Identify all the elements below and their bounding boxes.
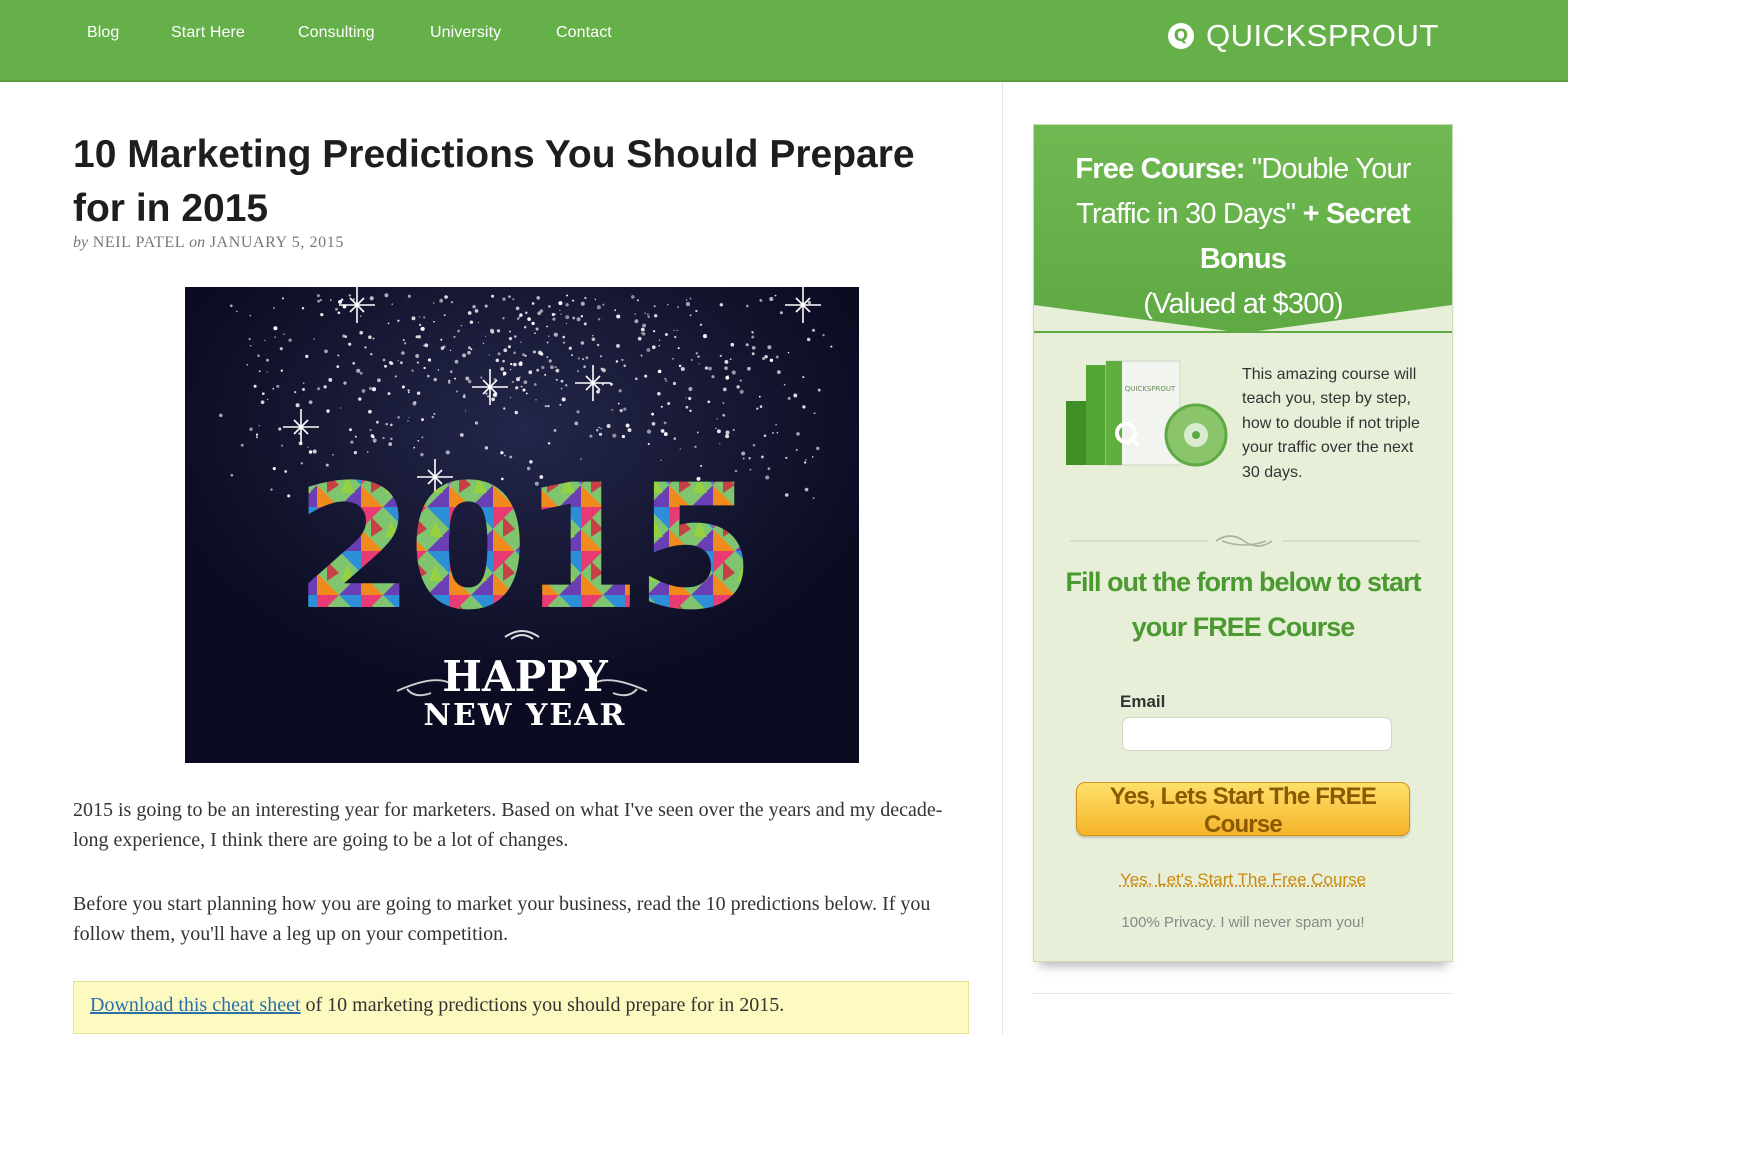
hero-new-year-text: NEW YEAR <box>424 698 627 733</box>
nav-consulting[interactable]: Consulting <box>298 24 375 42</box>
svg-text:QUICKSPROUT: QUICKSPROUT <box>1125 385 1176 393</box>
nav-contact[interactable]: Contact <box>556 24 612 42</box>
sidebar-divider <box>1033 993 1453 994</box>
privacy-note: 100% Privacy. I will never spam you! <box>1121 914 1365 931</box>
quicksprout-logo[interactable]: Q QUICKSPROUT <box>1168 16 1439 56</box>
article-title: 10 Marketing Predictions You Should Prep… <box>73 133 915 230</box>
email-label: Email <box>1120 692 1166 711</box>
start-free-course-link[interactable]: Yes, Let's Start The Free Course <box>1054 870 1432 890</box>
nav-blog[interactable]: Blog <box>87 24 119 42</box>
download-cheat-sheet-link[interactable]: Download this cheat sheet <box>90 994 301 1016</box>
flourish-divider-icon <box>1070 535 1420 547</box>
article-paragraph-2: Before you start planning how you are go… <box>73 893 931 945</box>
hero-happy-text: HAPPY <box>442 652 608 701</box>
nav-university[interactable]: University <box>430 24 501 42</box>
hero-image-happy-new-year: 2015 HAPPY NEW YEAR <box>185 287 859 763</box>
logo-q-icon: Q <box>1168 23 1194 49</box>
email-field[interactable] <box>1122 717 1392 751</box>
article-paragraph-1: 2015 is going to be an interesting year … <box>73 799 943 851</box>
free-course-optin-widget: Free Course: "Double Your Traffic in 30 … <box>1033 124 1453 962</box>
byline-on: on <box>189 234 206 251</box>
start-free-course-button[interactable]: Yes, Lets Start The FREE Course <box>1076 782 1410 838</box>
byline-date: JANUARY 5, 2015 <box>209 234 344 251</box>
column-divider <box>1002 82 1003 1034</box>
hero-year-text: 2015 <box>295 447 750 648</box>
top-navigation-bar: Blog Start Here Consulting University Co… <box>0 0 1568 82</box>
cheat-sheet-text: of 10 marketing predictions you should p… <box>300 994 785 1016</box>
course-box-product-icon: QUICKSPROUT <box>1066 360 1228 467</box>
logo-text: QUICKSPROUT <box>1206 18 1439 53</box>
byline-author: NEIL PATEL <box>92 234 185 251</box>
article-byline: by NEIL PATEL on JANUARY 5, 2015 <box>73 234 344 252</box>
widget-headline: Free Course: "Double Your Traffic in 30 … <box>1075 153 1411 320</box>
course-description: This amazing course will teach you, step… <box>1242 366 1420 481</box>
nav-start-here[interactable]: Start Here <box>171 24 245 42</box>
form-heading: Fill out the form below to start your FR… <box>1065 567 1422 642</box>
byline-by: by <box>73 234 89 251</box>
cheat-sheet-callout: Download this cheat sheet of 10 marketin… <box>73 981 969 1034</box>
widget-header: Free Course: "Double Your Traffic in 30 … <box>1034 125 1452 335</box>
